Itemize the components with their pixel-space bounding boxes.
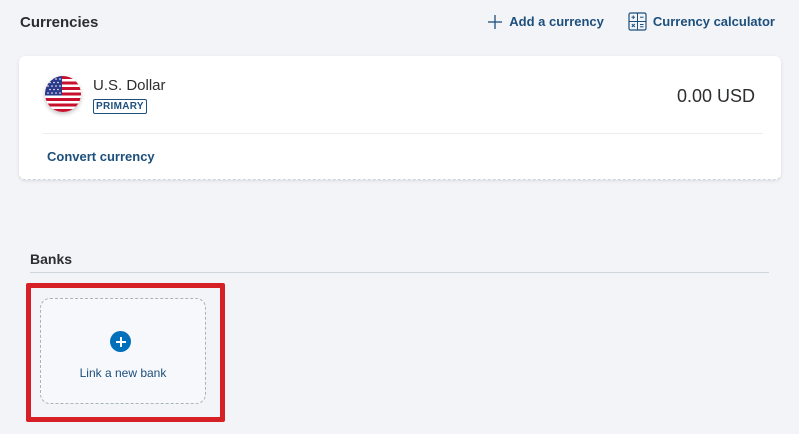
- currencies-heading: Currencies: [20, 14, 99, 31]
- currency-calculator-button[interactable]: Currency calculator: [628, 12, 775, 31]
- plus-circle-icon: [110, 331, 131, 352]
- link-new-bank-label: Link a new bank: [79, 366, 167, 380]
- currency-balance: 0.00 USD: [676, 86, 755, 106]
- currency-card: U.S. Dollar PRIMARY 0.00 USD Convert cur…: [19, 56, 781, 180]
- convert-currency-link[interactable]: Convert currency: [47, 149, 155, 164]
- currencies-actions: Add a currency Currency calculator: [487, 12, 775, 31]
- link-new-bank-button[interactable]: Link a new bank: [40, 298, 206, 404]
- currency-name: U.S. Dollar: [93, 77, 166, 94]
- wallet-page: Currencies Add a currency Currency calcu…: [0, 0, 799, 434]
- currency-calculator-label: Currency calculator: [652, 14, 775, 29]
- calculator-icon: [628, 12, 647, 31]
- add-currency-button[interactable]: Add a currency: [487, 14, 604, 30]
- banks-divider: [30, 272, 769, 273]
- us-flag-icon: [45, 76, 81, 112]
- add-currency-label: Add a currency: [509, 14, 604, 29]
- banks-heading: Banks: [30, 251, 73, 267]
- plus-icon: [488, 14, 503, 29]
- primary-badge: PRIMARY: [93, 99, 147, 114]
- card-divider: [43, 133, 763, 134]
